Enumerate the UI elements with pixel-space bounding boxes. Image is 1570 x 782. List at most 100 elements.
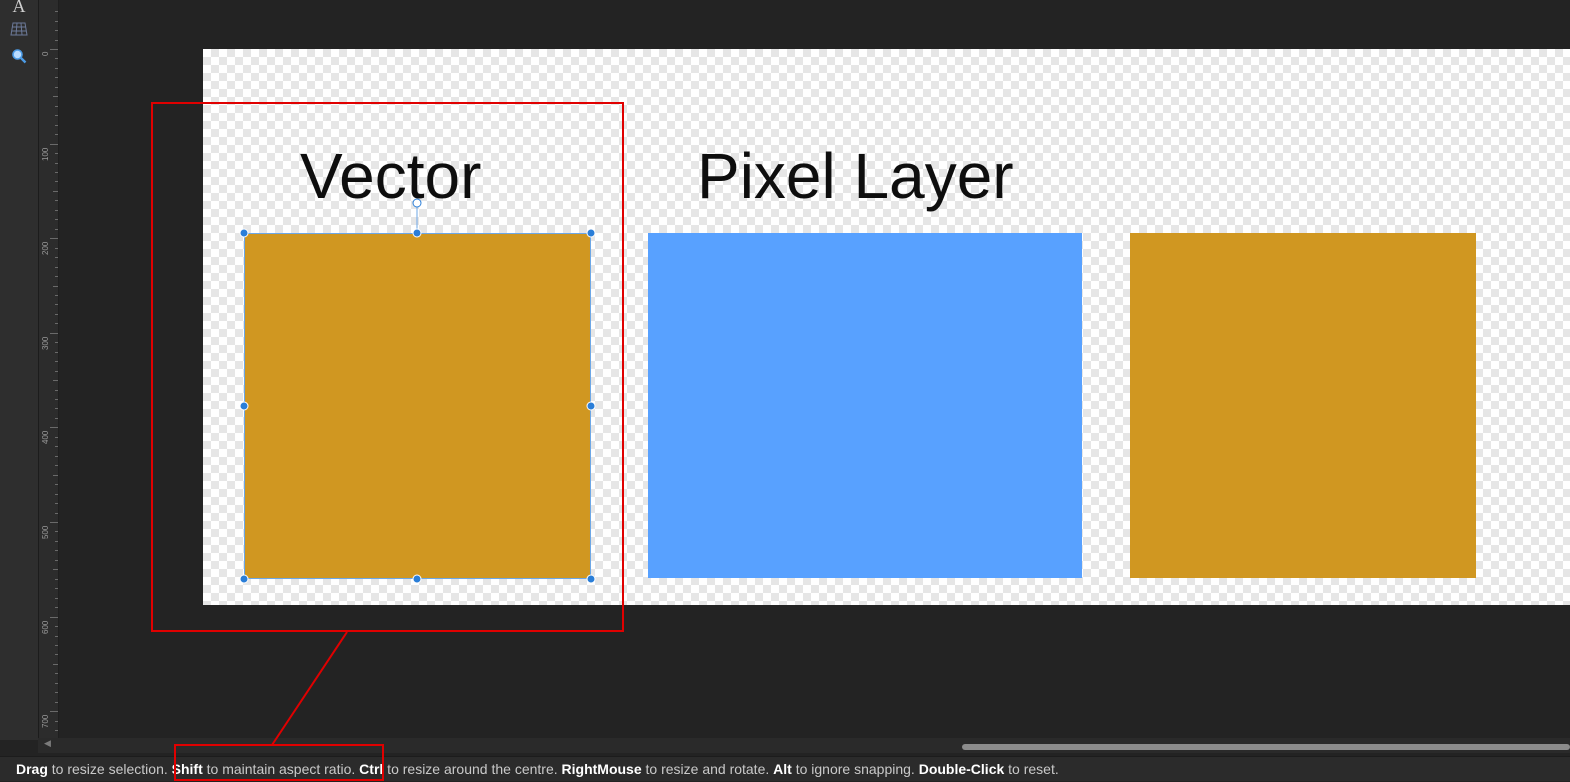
hint-text: to resize and rotate. [642,761,774,777]
ruler-tick [55,588,58,589]
tools-panel: A [0,0,39,740]
ruler-label: 300 [41,340,50,350]
zoom-tool-icon[interactable] [8,46,30,66]
ruler-tick [53,380,58,381]
ruler-tick [55,219,58,220]
pixel-layer-title[interactable]: Pixel Layer [697,144,1014,208]
ruler-tick [53,286,58,287]
hint-text: to resize selection. [48,761,172,777]
ruler-label: 200 [41,245,50,255]
ruler-label: 500 [41,529,50,539]
ruler-tick [55,560,58,561]
ruler-tick [55,77,58,78]
scroll-left-arrow-icon[interactable]: ◀ [44,739,51,749]
ruler-tick [55,673,58,674]
pixel-rectangle-blue[interactable] [648,233,1082,578]
ruler-tick [55,134,58,135]
ruler-label: 100 [41,151,50,161]
ruler-tick [55,163,58,164]
ruler-tick [55,721,58,722]
ruler-tick [55,636,58,637]
ruler-tick [53,475,58,476]
ruler-tick [55,125,58,126]
ruler-label: 700 [41,718,50,728]
ruler-tick [55,494,58,495]
ruler-tick [55,503,58,504]
hint-text: to resize around the centre. [383,761,561,777]
ruler-tick [55,465,58,466]
ruler-tick [55,181,58,182]
ruler-tick [55,200,58,201]
ruler-tick [55,87,58,88]
ruler-tick [55,248,58,249]
ruler-tick [55,342,58,343]
ruler-tick [55,683,58,684]
ruler-tick [55,40,58,41]
mesh-warp-tool-icon[interactable] [8,19,30,39]
ruler-tick [50,49,58,50]
hint-key-drag: Drag [16,761,48,777]
pixel-rectangle-gold[interactable] [1130,233,1476,578]
ruler-tick [50,333,58,334]
ruler-tick [55,68,58,69]
ruler-tick [55,257,58,258]
ruler-tick [53,191,58,192]
ruler-tick [53,569,58,570]
ruler-tick [55,352,58,353]
ruler-tick [55,399,58,400]
hint-key-rightmouse: RightMouse [562,761,642,777]
ruler-tick [55,418,58,419]
magnifier-glyph [11,48,27,64]
ruler-tick [55,730,58,731]
hint-key-alt: Alt [773,761,792,777]
ruler-tick [55,323,58,324]
ruler-tick [55,607,58,608]
ruler-tick [55,550,58,551]
ruler-tick [50,522,58,523]
ruler-tick [55,229,58,230]
ruler-tick [55,11,58,12]
ruler-tick [55,172,58,173]
ruler-tick [55,267,58,268]
ruler-tick [55,654,58,655]
text-tool-icon[interactable]: A [8,0,30,16]
ruler-tick [55,437,58,438]
ruler-tick [50,144,58,145]
ruler-tick [55,579,58,580]
ruler-label: 600 [41,624,50,634]
ruler-label: 0 [41,46,50,56]
hint-text: to reset. [1004,761,1058,777]
ruler-tick [55,276,58,277]
ruler-tick [55,626,58,627]
ruler-tick [55,295,58,296]
ruler-tick [53,96,58,97]
ruler-tick [55,390,58,391]
ruler-tick [55,115,58,116]
ruler-tick [55,484,58,485]
vertical-ruler: 0 100 200 300 400 500 600 700 [39,0,59,740]
horizontal-scrollbar-thumb[interactable] [962,744,1570,750]
ruler-tick [55,598,58,599]
ruler-tick [55,541,58,542]
mesh-warp-glyph [10,21,28,37]
ruler-tick [55,531,58,532]
ruler-tick [55,513,58,514]
ruler-tick [50,238,58,239]
ruler-tick [55,456,58,457]
ruler-tick [55,106,58,107]
ruler-tick [55,153,58,154]
ruler-tick [55,692,58,693]
ruler-tick [50,427,58,428]
hint-key-double-click: Double-Click [919,761,1005,777]
ruler-tick [55,30,58,31]
ruler-tick [55,702,58,703]
ruler-tick [50,617,58,618]
ruler-tick [55,408,58,409]
annotation-box-shift [174,744,384,781]
ruler-tick [55,314,58,315]
ruler-label: 400 [41,434,50,444]
ruler-tick [55,361,58,362]
ruler-tick [50,711,58,712]
hint-text: to ignore snapping. [792,761,919,777]
ruler-tick [53,664,58,665]
